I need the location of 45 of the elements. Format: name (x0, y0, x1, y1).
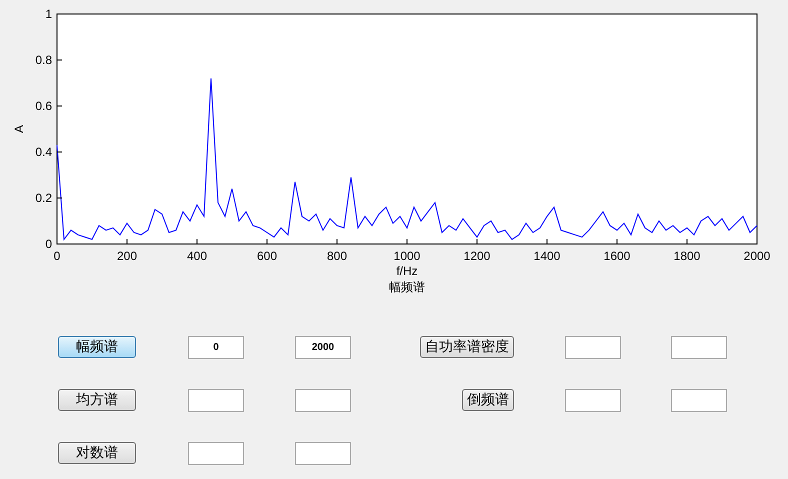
y-tick-label: 0.2 (35, 191, 52, 205)
input-field[interactable]: 0 (188, 336, 244, 359)
x-tick-label: 400 (186, 249, 208, 263)
y-tick-label: 0.6 (35, 99, 52, 113)
input-field[interactable] (188, 442, 244, 465)
tick-mark (546, 238, 548, 244)
tick-mark (616, 238, 618, 244)
y-tick-label: 0.4 (35, 145, 52, 159)
x-axis-label: f/Hz (396, 264, 418, 278)
tick-mark (336, 238, 338, 244)
x-tick-label: 200 (116, 249, 138, 263)
input-field[interactable] (671, 336, 727, 359)
tick-mark (126, 238, 128, 244)
tick-mark (266, 238, 268, 244)
x-tick-label: 1600 (604, 249, 630, 263)
x-tick-label: 800 (326, 249, 348, 263)
tick-mark (476, 238, 478, 244)
input-field[interactable] (295, 389, 351, 412)
y-tick-label: 0 (45, 237, 52, 251)
spectrum-button[interactable]: 自功率谱密度 (420, 336, 514, 358)
input-field[interactable] (188, 389, 244, 412)
x-tick-label: 600 (256, 249, 278, 263)
spectrum-button[interactable]: 幅频谱 (58, 336, 136, 358)
x-tick-label: 0 (54, 249, 60, 263)
input-field[interactable]: 2000 (295, 336, 351, 359)
input-field[interactable] (295, 442, 351, 465)
tick-mark (686, 238, 688, 244)
x-tick-label: 1400 (534, 249, 560, 263)
x-tick-label: 1800 (674, 249, 700, 263)
y-tick-label: 1 (45, 7, 52, 21)
spectrum-button[interactable]: 对数谱 (58, 442, 136, 464)
spectrum-button[interactable]: 倒频谱 (462, 389, 514, 411)
x-tick-label: 1000 (394, 249, 420, 263)
input-field[interactable] (565, 336, 621, 359)
y-tick-label: 0.8 (35, 53, 52, 67)
spectrum-button[interactable]: 均方谱 (58, 389, 136, 411)
x-tick-label: 2000 (744, 249, 770, 263)
y-axis-label: A (12, 125, 26, 133)
tick-mark (196, 238, 198, 244)
chart-title: 幅频谱 (389, 280, 425, 294)
input-field[interactable] (671, 389, 727, 412)
tick-mark (756, 238, 758, 244)
input-field[interactable] (565, 389, 621, 412)
tick-mark (406, 238, 408, 244)
x-tick-label: 1200 (464, 249, 490, 263)
